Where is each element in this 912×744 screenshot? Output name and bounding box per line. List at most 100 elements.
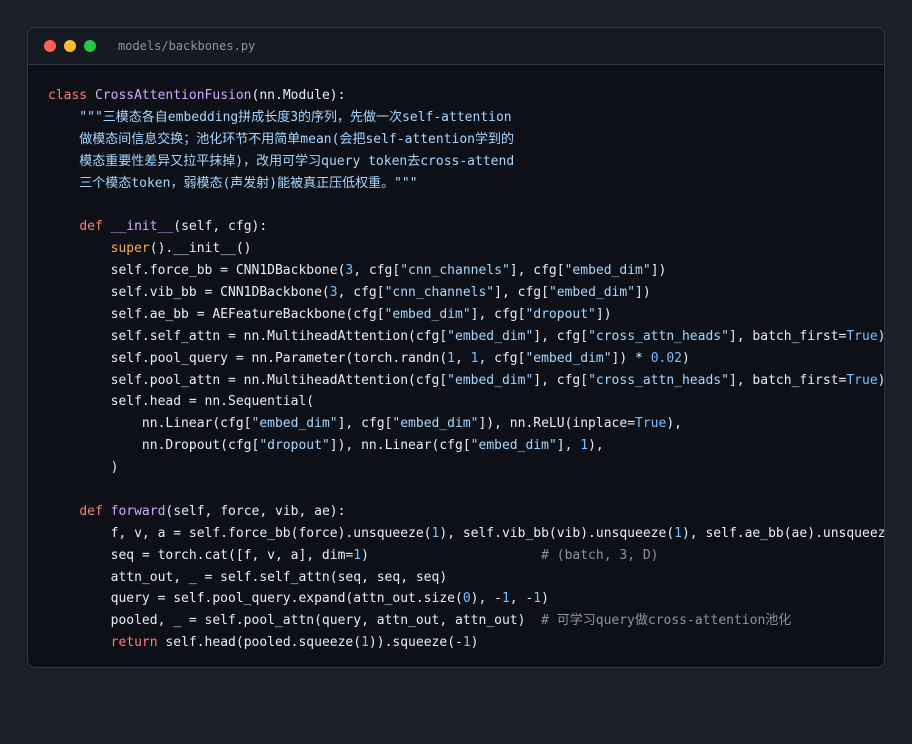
window-titlebar: models/backbones.py — [28, 28, 884, 65]
code-token: super — [110, 241, 150, 257]
code-token: ], cfg[ — [509, 263, 565, 279]
code-line: return self.head(pooled.squeeze(1)).sque… — [48, 632, 884, 654]
code-token: self.ae_bb = AEFeatureBackbone(cfg[ — [48, 306, 385, 322]
code-line: query = self.pool_query.expand(attn_out.… — [48, 588, 884, 610]
code-token: )).squeeze(- — [368, 635, 463, 651]
code-token: (self, force, vib, ae): — [165, 503, 346, 519]
code-line: self.pool_attn = nn.MultiheadAttention(c… — [48, 370, 884, 392]
code-window: models/backbones.py class CrossAttention… — [27, 27, 885, 668]
code-token: "embed_dim" — [251, 416, 338, 432]
code-token: ) — [470, 635, 479, 651]
code-token: (self, cfg): — [173, 219, 268, 235]
code-token: ], — [556, 438, 581, 454]
code-token: 1 — [353, 547, 362, 563]
code-line: """三模态各自embedding拼成长度3的序列，先做一次self-atten… — [48, 107, 884, 129]
code-token: "embed_dim" — [384, 306, 471, 322]
code-line: nn.Linear(cfg["embed_dim"], cfg["embed_d… — [48, 413, 884, 435]
code-token: 3 — [329, 285, 338, 301]
minimize-window-dot[interactable] — [64, 40, 76, 52]
code-token: 模态重要性差异又拉平抹掉)，改用可学习query token去cross-att… — [48, 153, 515, 169]
code-token: "embed_dim" — [548, 285, 636, 301]
code-line: f, v, a = self.force_bb(force).unsqueeze… — [48, 523, 885, 545]
code-line: self.pool_query = nn.Parameter(torch.ran… — [48, 348, 884, 370]
code-line: class CrossAttentionFusion(nn.Module): — [48, 85, 884, 107]
code-line: self.head = nn.Sequential( — [48, 391, 884, 413]
close-window-dot[interactable] — [44, 40, 56, 52]
code-line: nn.Dropout(cfg["dropout"]), nn.Linear(cf… — [48, 435, 884, 457]
code-token: "cross_attn_heads" — [588, 372, 729, 388]
code-token: ], batch_first= — [728, 328, 847, 344]
code-line: self.ae_bb = AEFeatureBackbone(cfg["embe… — [48, 304, 884, 326]
code-token: 1 — [580, 438, 589, 454]
code-token: 1 — [674, 525, 682, 541]
code-token: forward — [110, 503, 166, 519]
code-token: CrossAttentionFusion — [94, 88, 252, 103]
code-token: def — [79, 219, 111, 235]
code-token: self.vib_bb = CNN1DBackbone( — [48, 285, 330, 301]
code-token: 1 — [447, 350, 455, 366]
code-token: ], cfg[ — [494, 285, 549, 301]
code-token: ]) — [650, 263, 667, 279]
code-token: """三模态各自embedding拼成长度3的序列，先做一次self-atten… — [48, 109, 512, 125]
code-token: "embed_dim" — [447, 328, 534, 344]
code-token: 0 — [462, 591, 471, 607]
code-token: 做模态间信息交换；池化环节不用简单mean(会把self-attention学到… — [48, 131, 515, 147]
code-token: , cfg[ — [337, 285, 385, 301]
code-token: seq = torch.cat([f, v, a], dim= — [48, 547, 354, 563]
code-token: 1 — [361, 635, 369, 651]
code-token: def — [79, 503, 111, 519]
code-token: ) — [682, 350, 690, 366]
code-token: ) — [541, 591, 549, 607]
code-token: "embed_dim" — [392, 416, 479, 432]
code-token: ) — [877, 328, 885, 344]
code-token: ), self.vib_bb(vib).unsqueeze( — [439, 525, 675, 541]
code-token: "embed_dim" — [447, 372, 534, 388]
code-token: ), — [666, 416, 682, 432]
code-token: True — [846, 372, 878, 388]
code-token: self.self_attn = nn.MultiheadAttention(c… — [48, 328, 448, 344]
code-token: self.pool_attn = nn.MultiheadAttention(c… — [48, 372, 448, 388]
code-block[interactable]: class CrossAttentionFusion(nn.Module): "… — [48, 85, 885, 654]
code-line: pooled, _ = self.pool_attn(query, attn_o… — [48, 610, 884, 632]
code-token: ], cfg[ — [470, 306, 526, 322]
code-line: 三个模态token，弱模态(声发射)能被真正压低权重。""" — [48, 173, 884, 195]
code-token: ]), nn.Linear(cfg[ — [329, 438, 471, 454]
code-token: ], batch_first= — [728, 372, 847, 388]
code-token: ) — [361, 547, 542, 563]
code-line: ​ — [48, 479, 884, 501]
code-token: ]) — [635, 285, 651, 301]
code-token: (nn.Module): — [251, 88, 346, 103]
code-line: ​ — [48, 194, 884, 216]
code-token: 1 — [462, 635, 471, 651]
code-token: self.pool_query = nn.Parameter(torch.ran… — [48, 350, 448, 366]
code-token: ], cfg[ — [533, 328, 589, 344]
code-token: ) — [48, 460, 119, 476]
code-token: ]) — [595, 306, 612, 322]
code-token: ]), nn.ReLU(inplace= — [478, 416, 636, 432]
code-token: "dropout" — [525, 306, 596, 322]
code-token: , cfg[ — [353, 263, 401, 279]
code-token: nn.Dropout(cfg[ — [48, 438, 260, 454]
code-token: # (batch, 3, D) — [541, 547, 659, 563]
code-token: True — [635, 416, 667, 432]
code-token: ]) * — [611, 350, 651, 366]
code-token: ), — [588, 438, 604, 454]
code-line: self.force_bb = CNN1DBackbone(3, cfg["cn… — [48, 260, 884, 282]
code-token: f, v, a = self.force_bb(force).unsqueeze… — [48, 525, 432, 541]
maximize-window-dot[interactable] — [84, 40, 96, 52]
file-name: models/backbones.py — [118, 39, 256, 53]
code-token: self.head = nn.Sequential( — [48, 394, 315, 410]
code-token: "cross_attn_heads" — [588, 328, 729, 344]
code-token: return — [110, 635, 166, 651]
code-line: def __init__(self, cfg): — [48, 216, 884, 238]
code-token: ), self.ae_bb(ae).unsqueeze( — [681, 525, 885, 541]
code-token: , cfg[ — [478, 350, 526, 366]
code-line: super().__init__() — [48, 238, 884, 260]
code-token: , - — [509, 591, 534, 607]
code-token: True — [846, 328, 878, 344]
code-line: def forward(self, force, vib, ae): — [48, 501, 884, 523]
code-line: ) — [48, 457, 884, 479]
